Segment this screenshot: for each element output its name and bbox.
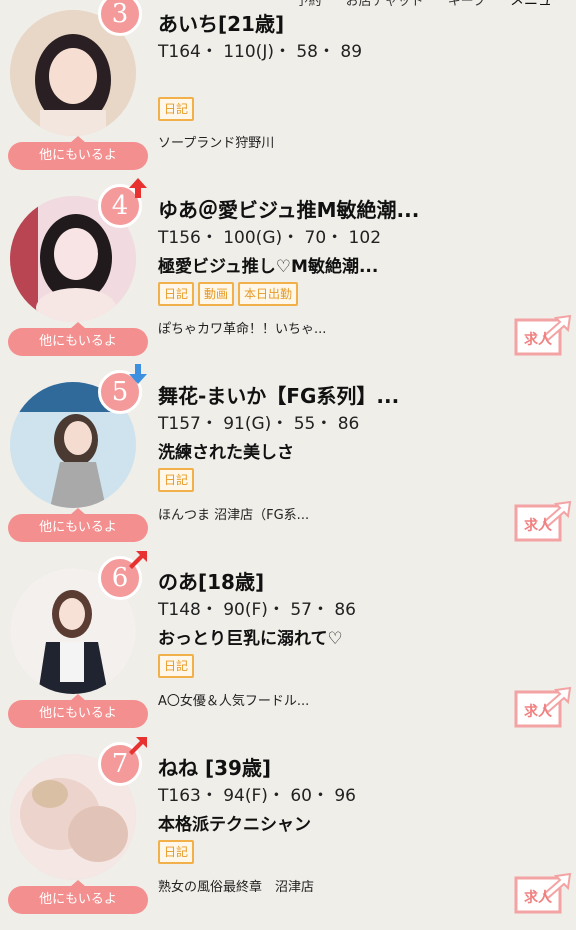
rank-up-arrow-icon: [129, 737, 147, 755]
working-today-badge[interactable]: 本日出勤: [238, 282, 299, 306]
girl-name[interactable]: ゆあ＠愛ビジュ推M敏絶潮...: [158, 194, 419, 223]
girl-name[interactable]: 舞花-まいか【FG系列】...: [158, 380, 399, 409]
shop-name[interactable]: ほんつま 沼津店（FG系...: [158, 504, 309, 523]
girl-name[interactable]: あいち[21歳]: [158, 8, 284, 37]
badge-list: 日記 動画 本日出勤: [158, 282, 299, 306]
others-button[interactable]: 他にもいるよ: [8, 322, 148, 356]
rank-down-arrow-icon: [129, 364, 147, 384]
ranking-card[interactable]: 5 舞花-まいか【FG系列】... T157・ 91(G)・ 55・ 86 洗練…: [0, 364, 576, 558]
others-button[interactable]: 他にもいるよ: [8, 694, 148, 728]
ranking-card[interactable]: 4 ゆあ＠愛ビジュ推M敏絶潮... T156・ 100(G)・ 70・ 102 …: [0, 178, 576, 372]
others-button[interactable]: 他にもいるよ: [8, 136, 148, 170]
job-recruit-icon[interactable]: 求人: [514, 870, 572, 914]
girl-specs: T148・ 90(F)・ 57・ 86: [158, 600, 356, 620]
shop-name[interactable]: A〇女優＆人気フードル...: [158, 690, 309, 709]
job-recruit-icon[interactable]: 求人: [514, 312, 572, 356]
diary-badge[interactable]: 日記: [158, 468, 195, 492]
badge-list: 日記: [158, 97, 195, 121]
diary-badge[interactable]: 日記: [158, 840, 195, 864]
others-button[interactable]: 他にもいるよ: [8, 508, 148, 542]
girl-name[interactable]: ねね [39歳]: [158, 752, 271, 781]
catch-copy: 極愛ビジュ推し♡M敏絶潮...: [158, 257, 379, 277]
job-recruit-icon[interactable]: 求人: [514, 498, 572, 542]
shop-name[interactable]: ぽちゃカワ革命！！いちゃ...: [158, 318, 326, 337]
girl-specs: T156・ 100(G)・ 70・ 102: [158, 228, 382, 248]
badge-list: 日記: [158, 840, 195, 864]
girl-specs: T164・ 110(J)・ 58・ 89: [158, 42, 363, 62]
rank-badge: 3: [98, 0, 142, 36]
girl-specs: T163・ 94(F)・ 60・ 96: [158, 786, 356, 806]
job-label: 求人: [524, 517, 553, 534]
girl-name[interactable]: のあ[18歳]: [158, 566, 264, 595]
rank-up-arrow-icon: [129, 178, 147, 198]
job-recruit-icon[interactable]: 求人: [514, 684, 572, 728]
badge-list: 日記: [158, 654, 195, 678]
job-label: 求人: [524, 889, 553, 906]
job-label: 求人: [524, 703, 553, 720]
diary-badge[interactable]: 日記: [158, 654, 195, 678]
ranking-card[interactable]: 6 のあ[18歳] T148・ 90(F)・ 57・ 86 おっとり巨乳に溺れて…: [0, 551, 576, 744]
diary-badge[interactable]: 日記: [158, 282, 195, 306]
ranking-card[interactable]: 3 あいち[21歳] T164・ 110(J)・ 58・ 89 日記 ソープラン…: [0, 0, 576, 186]
catch-copy: おっとり巨乳に溺れて♡: [158, 629, 343, 649]
rank-up-arrow-icon: [129, 551, 147, 569]
job-label: 求人: [524, 331, 553, 348]
ranking-card[interactable]: 7 ねね [39歳] T163・ 94(F)・ 60・ 96 本格派テクニシャン…: [0, 737, 576, 930]
badge-list: 日記: [158, 468, 195, 492]
video-badge[interactable]: 動画: [198, 282, 235, 306]
catch-copy: 洗練された美しさ: [158, 443, 294, 463]
girl-specs: T157・ 91(G)・ 55・ 86: [158, 414, 360, 434]
shop-name[interactable]: ソープランド狩野川: [158, 132, 274, 151]
others-button[interactable]: 他にもいるよ: [8, 880, 148, 914]
shop-name[interactable]: 熟女の風俗最終章 沼津店: [158, 876, 314, 895]
catch-copy: 本格派テクニシャン: [158, 815, 311, 835]
diary-badge[interactable]: 日記: [158, 97, 195, 121]
